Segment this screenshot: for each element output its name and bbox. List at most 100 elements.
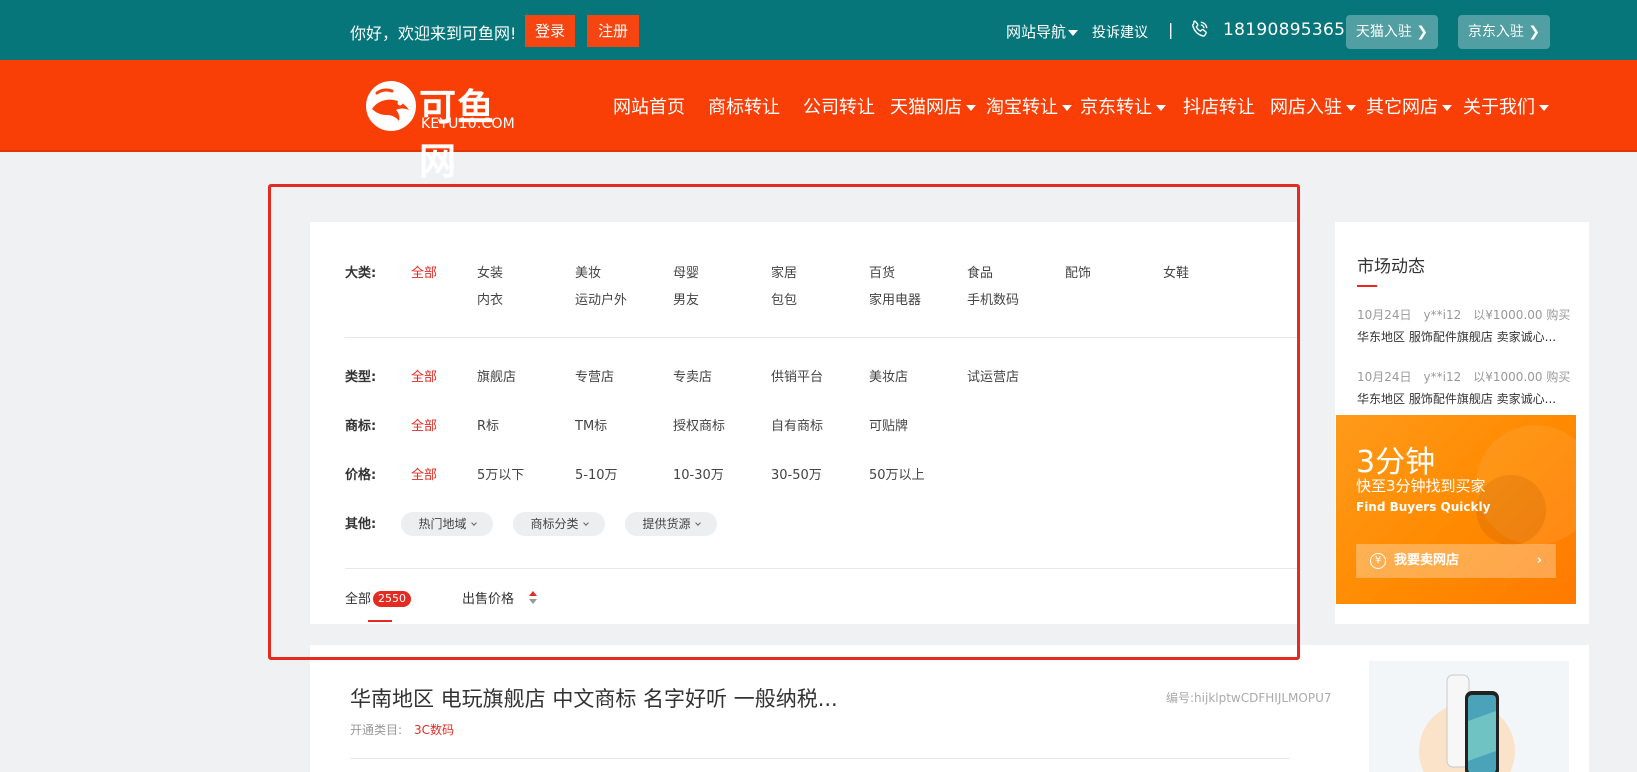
filter-category-option[interactable]: 母婴 — [673, 262, 699, 281]
chevron-down-icon — [470, 520, 477, 526]
active-tab-indicator — [368, 620, 392, 622]
nav-company-label: 公司转让 — [803, 97, 875, 118]
market-news-title: 市场动态 — [1357, 257, 1425, 277]
filter-price-all[interactable]: 全部 — [411, 464, 437, 483]
news-text: 华东地区 服饰配件旗舰店 卖家诚心... — [1357, 330, 1557, 344]
filter-trademark-option[interactable]: R标 — [477, 415, 499, 434]
jd-join-button[interactable]: 京东入驻 ❯ — [1458, 15, 1550, 49]
filter-price-option[interactable]: 5-10万 — [575, 464, 618, 483]
site-nav-label: 网站导航 — [1006, 23, 1067, 41]
filter-divider — [345, 337, 1300, 338]
sort-arrows-icon[interactable] — [529, 591, 537, 604]
nav-other-stores[interactable]: 其它网店 — [1366, 93, 1452, 119]
listing-category-value: 3C数码 — [414, 723, 455, 737]
news-text: 华东地区 服饰配件旗舰店 卖家诚心... — [1357, 392, 1557, 406]
nav-company[interactable]: 公司转让 — [803, 93, 875, 119]
filter-category-option[interactable]: 内衣 — [477, 289, 503, 308]
filter-category-option[interactable]: 百货 — [869, 262, 895, 281]
filter-trademark-option[interactable]: TM标 — [575, 415, 607, 434]
filter-trademark-label: 商标: — [345, 419, 377, 434]
filter-trademark-option[interactable]: 授权商标 — [673, 415, 725, 434]
filter-other-label: 其他: — [345, 517, 377, 532]
site-nav-dropdown[interactable]: 网站导航 — [1006, 21, 1079, 42]
filter-type-all[interactable]: 全部 — [411, 366, 437, 385]
site-logo[interactable]: 可鱼网 KEYU10.COM — [364, 77, 524, 183]
sell-store-banner[interactable]: 3分钟 快至3分钟找到买家 Find Buyers Quickly ¥ 我要卖网… — [1336, 415, 1576, 604]
filter-type-option[interactable]: 美妆店 — [869, 366, 908, 385]
filter-type-option[interactable]: 专营店 — [575, 366, 614, 385]
filter-category-option[interactable]: 手机数码 — [967, 289, 1019, 308]
filter-type-option[interactable]: 专卖店 — [673, 366, 712, 385]
filter-price-option[interactable]: 10-30万 — [673, 464, 724, 483]
chevron-right-icon: › — [1536, 553, 1542, 568]
caret-down-icon — [966, 105, 976, 111]
filter-trademark-option[interactable]: 可贴牌 — [869, 415, 908, 434]
filter-category-option[interactable]: 家用电器 — [869, 289, 921, 308]
store-listing-card[interactable]: 华南地区 电玩旗舰店 中文商标 名字好听 一般纳税... 编号:hijklptw… — [310, 645, 1589, 772]
filter-price-option[interactable]: 50万以上 — [869, 464, 925, 483]
chevron-right-icon: ❯ — [1411, 24, 1429, 40]
filter-type-option[interactable]: 供销平台 — [771, 366, 823, 385]
listing-title[interactable]: 华南地区 电玩旗舰店 中文商标 名字好听 一般纳税... — [350, 683, 838, 713]
sell-store-button[interactable]: ¥ 我要卖网店 › — [1356, 544, 1556, 578]
nav-tmall[interactable]: 天猫网店 — [890, 93, 976, 119]
nav-trademark[interactable]: 商标转让 — [708, 93, 780, 119]
filter-divider — [345, 568, 1300, 569]
register-button[interactable]: 注册 — [587, 15, 639, 47]
filter-category-all[interactable]: 全部 — [411, 262, 437, 281]
filter-category-option[interactable]: 食品 — [967, 262, 993, 281]
nav-about[interactable]: 关于我们 — [1463, 93, 1549, 119]
chevron-down-icon — [582, 520, 589, 526]
supply-dropdown-label: 提供货源 — [642, 517, 691, 531]
nav-taobao[interactable]: 淘宝转让 — [986, 93, 1072, 119]
filter-trademark-option[interactable]: 自有商标 — [771, 415, 823, 434]
phone-icon — [1192, 20, 1208, 37]
filter-category-option[interactable]: 美妆 — [575, 262, 601, 281]
supply-dropdown[interactable]: 提供货源 — [625, 512, 717, 536]
banner-subline: 快至3分钟找到买家 — [1356, 477, 1486, 495]
sort-all-tab[interactable]: 全部 2550 — [345, 588, 412, 607]
filter-category-option[interactable]: 配饰 — [1065, 262, 1091, 281]
news-item[interactable]: 10月24日 y**i12 以¥1000.00 购买 华东地区 服饰配件旗舰店 卖家… — [1357, 306, 1577, 345]
trademark-class-dropdown[interactable]: 商标分类 — [513, 512, 605, 536]
phone-number: 18190895365 — [1223, 20, 1346, 40]
caret-down-icon — [1539, 105, 1549, 111]
chevron-right-icon: ❯ — [1523, 24, 1541, 40]
filter-category-option[interactable]: 运动户外 — [575, 289, 627, 308]
region-dropdown-label: 热门地域 — [418, 517, 467, 531]
filter-type-option[interactable]: 试运营店 — [967, 366, 1019, 385]
filter-category-option[interactable]: 女鞋 — [1163, 262, 1189, 281]
jd-join-label: 京东入驻 — [1467, 24, 1524, 40]
filter-category-option[interactable]: 包包 — [771, 289, 797, 308]
region-dropdown[interactable]: 热门地域 — [401, 512, 493, 536]
nav-store-join[interactable]: 网店入驻 — [1270, 93, 1356, 119]
sort-price-label: 出售价格 — [462, 592, 515, 607]
filter-price-label: 价格: — [345, 468, 377, 483]
nav-taobao-label: 淘宝转让 — [986, 97, 1058, 118]
nav-jd[interactable]: 京东转让 — [1080, 93, 1166, 119]
login-button[interactable]: 登录 — [525, 15, 575, 47]
filter-category-option[interactable]: 男友 — [673, 289, 699, 308]
nav-douyin[interactable]: 抖店转让 — [1183, 93, 1255, 119]
sort-price-tab[interactable]: 出售价格 — [462, 588, 514, 607]
listing-code: 编号:hijklptwCDFHIJLMOPU7 — [1166, 691, 1332, 705]
filter-category-option[interactable]: 女装 — [477, 262, 503, 281]
filter-trademark-all[interactable]: 全部 — [411, 415, 437, 434]
filter-type-option[interactable]: 旗舰店 — [477, 366, 516, 385]
tmall-join-label: 天猫入驻 — [1355, 24, 1412, 40]
complaint-link[interactable]: 投诉建议 — [1092, 22, 1148, 42]
nav-trademark-label: 商标转让 — [708, 97, 780, 118]
filter-price-option[interactable]: 5万以下 — [477, 464, 524, 483]
listing-category-label: 开通类目: — [350, 723, 403, 737]
filter-type-label: 类型: — [345, 370, 377, 385]
filter-price-option[interactable]: 30-50万 — [771, 464, 822, 483]
caret-down-icon — [1156, 105, 1166, 111]
phone-product-image — [1419, 674, 1515, 772]
news-user: y**i12 — [1423, 308, 1462, 322]
filter-category-option[interactable]: 家居 — [771, 262, 797, 281]
news-item[interactable]: 10月24日 y**i12 以¥1000.00 购买 华东地区 服饰配件旗舰店 卖家… — [1357, 368, 1577, 407]
nav-home[interactable]: 网站首页 — [613, 93, 685, 119]
listing-thumbnail[interactable] — [1369, 661, 1569, 772]
sell-store-label: 我要卖网店 — [1394, 553, 1460, 568]
tmall-join-button[interactable]: 天猫入驻 ❯ — [1346, 15, 1438, 49]
